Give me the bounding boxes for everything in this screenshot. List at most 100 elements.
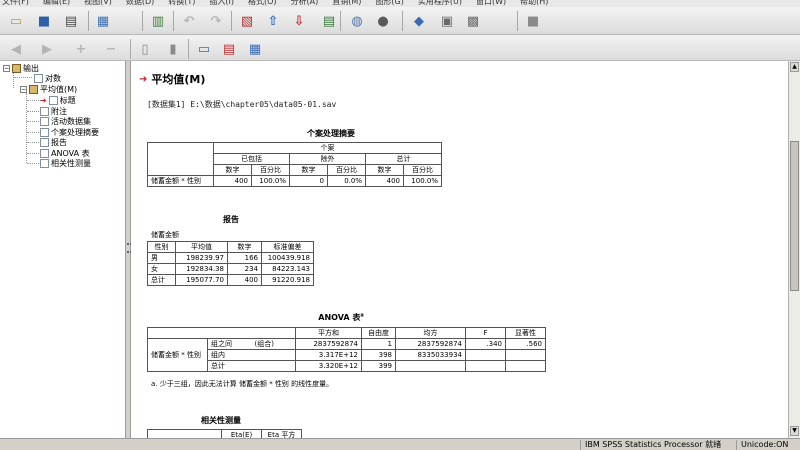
insert-text-icon[interactable]: ▦ [244, 38, 266, 60]
menu-item[interactable]: 编辑(E) [43, 0, 70, 7]
goto-case-icon[interactable]: ⇧ [262, 10, 284, 32]
content-vertical-scrollbar[interactable]: ▲ ▼ [788, 61, 800, 438]
menu-item[interactable]: 插入(I) [209, 0, 234, 7]
row-label: 储蓄金额 * 性别 [147, 175, 214, 187]
association-table[interactable]: Eta(E) Eta 平方 [147, 429, 302, 438]
scroll-down-icon[interactable]: ▼ [790, 426, 799, 436]
processor-status: IBM SPSS Statistics Processor 就绪 [580, 440, 730, 450]
case-summary-title[interactable]: 个案处理摘要 [281, 128, 381, 139]
show-all-variables-icon[interactable]: ● [372, 10, 394, 32]
outline-item-means[interactable]: − 平均值(M) [20, 84, 77, 95]
outline-item-child[interactable]: ANOVA 表 [40, 148, 90, 159]
table-row: 女 192834.38 234 84223.143 [147, 263, 314, 275]
column-header: 数字 [289, 164, 328, 176]
menu-item[interactable]: 转换(T) [168, 0, 195, 7]
column-group-header: 除外 [289, 153, 366, 165]
save-icon[interactable]: ■ [33, 10, 55, 32]
report-title[interactable]: 报告 [216, 214, 246, 225]
table-row: 总计 3.320E+12 399 [148, 360, 546, 372]
open-icon[interactable]: ▭ [5, 10, 27, 32]
export-icon[interactable]: ▦ [92, 10, 114, 32]
table-cell [505, 349, 546, 361]
anova-title[interactable]: ANOVA 表a [311, 312, 371, 323]
select-cases-icon[interactable]: ▩ [462, 10, 484, 32]
unicode-status: Unicode:ON [736, 440, 800, 450]
page-icon [40, 148, 49, 158]
log-page-icon [34, 74, 43, 83]
column-header: 标准偏差 [261, 241, 314, 253]
split-file-icon[interactable]: ▣ [436, 10, 458, 32]
collapse-toggle-icon[interactable]: − [3, 65, 10, 72]
outline-item-child[interactable]: 相关性测量 [40, 158, 91, 169]
collapse-icon[interactable]: − [100, 38, 122, 60]
procedure-heading[interactable]: ➜ 平均值(M) [139, 71, 205, 87]
tree-connector [27, 152, 41, 154]
status-bar: IBM SPSS Statistics Processor 就绪 Unicode… [0, 438, 800, 450]
table-row: 男 198239.97 166 100439.918 [147, 252, 314, 264]
outline-item-child[interactable]: 活动数据集 [40, 116, 91, 127]
outline-item-child[interactable]: 个案处理摘要 [40, 127, 99, 138]
scroll-up-icon[interactable]: ▲ [790, 62, 799, 72]
outline-item-child[interactable]: ➜ 标题 [40, 95, 76, 106]
outline-item-log[interactable]: 对数 [34, 73, 61, 84]
table-cell: 400 [213, 175, 252, 187]
print-icon[interactable]: ▤ [60, 10, 82, 32]
menu-item[interactable]: 图形(G) [375, 0, 403, 7]
demote-icon[interactable]: ▶ [36, 38, 58, 60]
anova-table[interactable]: 平方和 自由度 均方 F 显著性 储蓄金额 * 性别 组之间 (组合) 2837592874 1… [147, 327, 546, 372]
expand-icon[interactable]: + [70, 38, 92, 60]
variables-icon[interactable]: ▤ [318, 10, 340, 32]
weight-cases-icon[interactable]: ■ [522, 10, 544, 32]
report-table[interactable]: 性别 平均值 数字 标准偏差 男 198239.97 166 100439.918 女 1928… [147, 241, 314, 286]
hide-icon[interactable]: ▮ [162, 38, 184, 60]
case-summary-table[interactable]: 个案 已包括 除外 总计 数字 百分比 数字 百分比 数字 百分比 储蓄金额 * 性别 400… [147, 142, 442, 187]
current-item-arrow-icon: ➜ [139, 73, 148, 85]
splitter-grip[interactable] [127, 243, 130, 253]
table-cell: 0 [289, 175, 328, 187]
designate-window-icon[interactable]: ◆ [408, 10, 430, 32]
menu-item[interactable]: 分析(A) [291, 0, 319, 7]
undo-icon[interactable]: ↶ [178, 10, 200, 32]
table-corner [207, 327, 252, 339]
insert-title-icon[interactable]: ▤ [218, 38, 240, 60]
dialog-recall-icon[interactable]: ▥ [147, 10, 169, 32]
column-group-header: 已包括 [213, 153, 290, 165]
table-cell: 100.0% [403, 175, 442, 187]
goto-variable-icon[interactable]: ⇩ [288, 10, 310, 32]
menu-item[interactable]: 格式(O) [248, 0, 277, 7]
table-row: 储蓄金额 * 性别 组之间 (组合) 2837592874 1 2837592874.34… [147, 338, 546, 372]
row-label: 储蓄金额 * 性别 [147, 338, 208, 372]
page-icon [48, 96, 58, 105]
table-cell: 91220.918 [261, 274, 314, 286]
menu-item[interactable]: 视图(V) [84, 0, 112, 7]
toolbar-separator [340, 11, 341, 31]
outline-item-child[interactable]: 报告 [40, 137, 67, 148]
menu-item[interactable]: 窗口(W) [476, 0, 506, 7]
menu-item[interactable]: 数据(D) [126, 0, 154, 7]
collapse-toggle-icon[interactable]: − [20, 86, 27, 93]
menu-item[interactable]: 帮助(H) [520, 0, 548, 7]
menu-item[interactable]: 实用程序(U) [418, 0, 462, 7]
redo-icon[interactable]: ↷ [205, 10, 227, 32]
insert-heading-icon[interactable]: ▭ [193, 38, 215, 60]
column-header: 平方和 [295, 327, 362, 339]
goto-data-icon[interactable]: ▧ [236, 10, 258, 32]
show-icon[interactable]: ▯ [134, 38, 156, 60]
table-cell [505, 360, 546, 372]
tree-connector [27, 131, 41, 133]
table-cell: 192834.38 [175, 263, 228, 275]
promote-icon[interactable]: ◀ [5, 38, 27, 60]
table-cell: .560 [505, 338, 546, 350]
table-cell: 400 [227, 274, 262, 286]
row-label: 女 [147, 263, 176, 275]
table-cell: 1 [361, 338, 396, 350]
table-cell: 0.0% [327, 175, 366, 187]
menu-item[interactable]: 文件(F) [2, 0, 29, 7]
table-row: 总计 195077.70 400 91220.918 [147, 274, 314, 286]
menu-item[interactable]: 直销(M) [332, 0, 361, 7]
use-sets-icon[interactable]: ◍ [346, 10, 368, 32]
association-title[interactable]: 相关性测量 [191, 415, 251, 426]
outline-item-child[interactable]: 附注 [40, 106, 67, 117]
tree-connector [27, 100, 41, 101]
scroll-thumb[interactable] [790, 141, 799, 291]
